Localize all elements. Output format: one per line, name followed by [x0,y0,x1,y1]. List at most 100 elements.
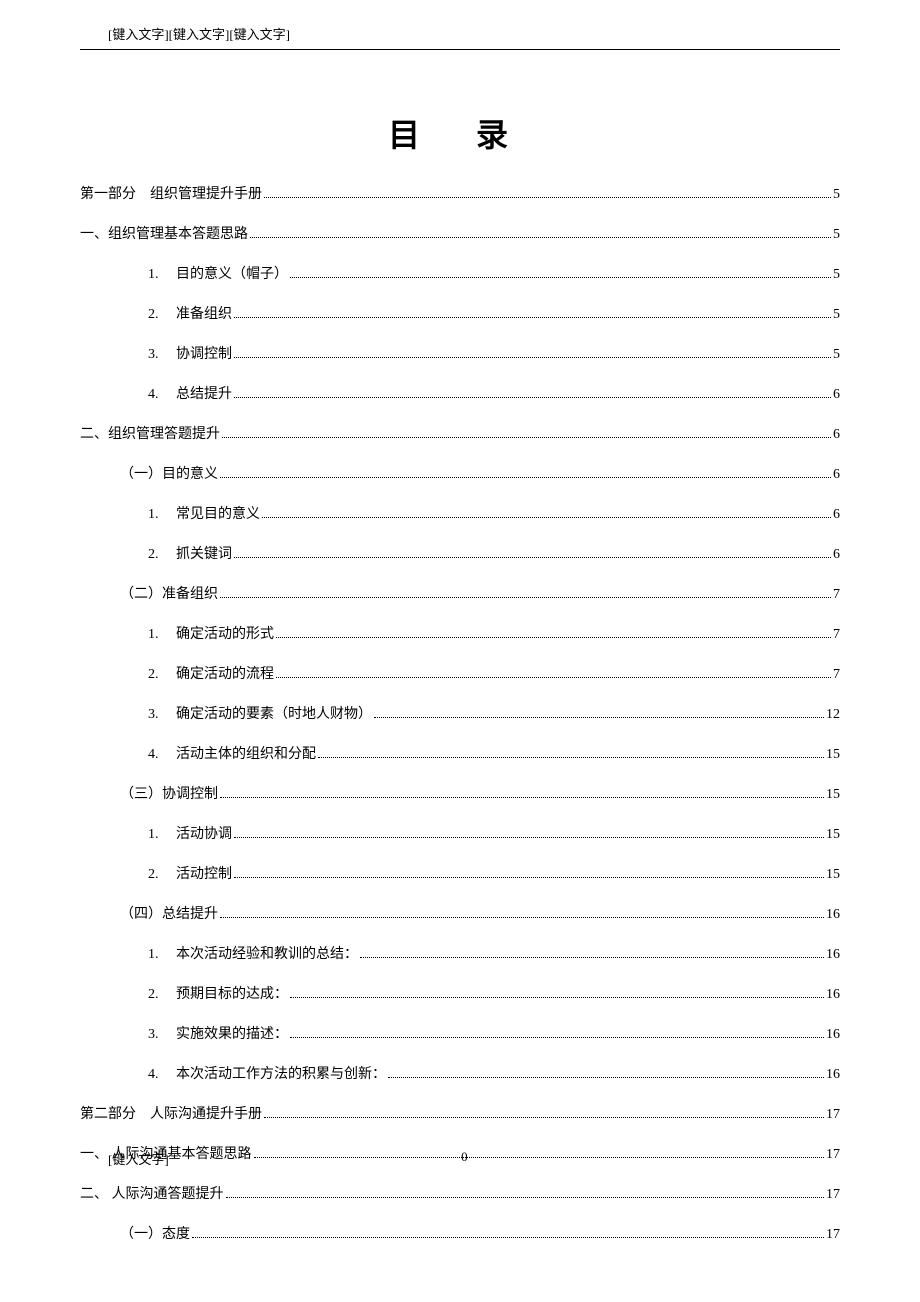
toc-leader-dots [290,997,824,998]
toc-entry[interactable]: 3.协调控制5 [80,348,840,388]
toc-entry[interactable]: 2. 预期目标的达成： 16 [80,988,840,1028]
toc-entry-number: 2. [148,868,164,882]
toc-entry[interactable]: 1.本次活动经验和教训的总结：16 [80,948,840,988]
toc-entry[interactable]: （三）协调控制15 [80,788,840,828]
toc-entry-label: 常见目的意义 [176,508,260,522]
toc-entry[interactable]: 1.目的意义（帽子）5 [80,268,840,308]
toc-entry-label: （一）态度 [120,1228,190,1242]
toc-entry-page: 17 [826,1228,840,1242]
toc-entry[interactable]: 2.准备组织5 [80,308,840,348]
toc-entry-page: 6 [833,388,840,402]
toc-entry-page: 17 [826,1188,840,1202]
toc-entry[interactable]: 1.确定活动的形式7 [80,628,840,668]
toc-entry-page: 5 [833,348,840,362]
toc-leader-dots [220,477,831,478]
toc-entry-label: （二）准备组织 [120,588,218,602]
page-header: [键入文字][键入文字][键入文字] [80,24,840,43]
toc-entry-number: 2. [148,308,164,322]
toc-entry[interactable]: 3. 实施效果的描述： 16 [80,1028,840,1068]
toc-entry-page: 17 [826,1108,840,1122]
toc-leader-dots [222,437,831,438]
toc-entry-label: 确定活动的形式 [176,628,274,642]
toc-entry-number: 1. [148,508,164,522]
toc-entry-number: 1. [148,948,164,962]
toc-entry-label: 二、组织管理答题提升 [80,428,220,442]
toc-entry-page: 16 [826,948,840,962]
toc-entry[interactable]: 2.确定活动的流程7 [80,668,840,708]
header-rule [80,49,840,50]
toc-entry-label: 活动协调 [176,828,232,842]
toc-entry-number: 4. [148,1068,164,1082]
toc-entry[interactable]: 2.抓关键词6 [80,548,840,588]
toc-leader-dots [234,837,824,838]
toc-entry[interactable]: （四）总结提升16 [80,908,840,948]
toc-entry-label: 协调控制 [176,348,232,362]
toc-entry-label: 预期目标的达成： [176,988,288,1002]
toc-entry-page: 7 [833,668,840,682]
toc-leader-dots [220,597,831,598]
toc-entry-label: 第二部分 人际沟通提升手册 [80,1108,262,1122]
toc-leader-dots [192,1237,824,1238]
toc-leader-dots [234,877,824,878]
toc-leader-dots [360,957,824,958]
toc-entry-label: 活动控制 [176,868,232,882]
toc-entry-page: 5 [833,228,840,242]
toc-entry-page: 5 [833,308,840,322]
toc-entry-label: （三）协调控制 [120,788,218,802]
toc-entry-label: 实施效果的描述： [176,1028,288,1042]
footer-page-number: 0 [169,1149,840,1168]
toc-entry[interactable]: 二、组织管理答题提升 6 [80,428,840,468]
toc-entry-number: 2. [148,988,164,1002]
toc-entry-page: 15 [826,748,840,762]
toc-entry[interactable]: 2. 活动控制 15 [80,868,840,908]
toc-entry-number: 3. [148,708,164,722]
toc-entry-label: 总结提升 [176,388,232,402]
toc-entry-page: 16 [826,1028,840,1042]
toc-leader-dots [220,917,824,918]
toc-leader-dots [250,237,831,238]
toc-leader-dots [234,397,831,398]
toc-entry-page: 15 [826,868,840,882]
page: [键入文字][键入文字][键入文字] 目 录 第一部分 组织管理提升手册5一、组… [0,0,920,1268]
toc-entry[interactable]: 3. 确定活动的要素（时地人财物） 12 [80,708,840,748]
page-footer: [键入文字] 0 [80,1149,840,1168]
toc-entry-page: 6 [833,548,840,562]
toc-entry-page: 16 [826,988,840,1002]
toc-entry[interactable]: 1.活动协调15 [80,828,840,868]
toc-entry-page: 6 [833,468,840,482]
toc-entry[interactable]: 4.总结提升6 [80,388,840,428]
toc-leader-dots [264,1117,824,1118]
toc-entry-label: 抓关键词 [176,548,232,562]
toc-leader-dots [234,557,831,558]
toc-entry-page: 6 [833,428,840,442]
toc-entry-label: 活动主体的组织和分配 [176,748,316,762]
toc-entry[interactable]: （一）目的意义 6 [80,468,840,508]
toc-leader-dots [318,757,824,758]
toc-entry[interactable]: 4.活动主体的组织和分配15 [80,748,840,788]
toc-title: 目 录 [80,110,840,156]
toc-leader-dots [290,1037,824,1038]
toc-entry[interactable]: 1.常见目的意义6 [80,508,840,548]
toc-entry-page: 5 [833,188,840,202]
toc-entry-number: 3. [148,1028,164,1042]
toc-entry[interactable]: 第一部分 组织管理提升手册 5 [80,188,840,228]
toc-entry-label: 二、 人际沟通答题提升 [80,1188,224,1202]
toc-entry[interactable]: （一）态度 17 [80,1228,840,1268]
toc-entry-label: （一）目的意义 [120,468,218,482]
toc-entry-label: 确定活动的要素（时地人财物） [176,708,372,722]
toc-entry-label: 一、组织管理基本答题思路 [80,228,248,242]
toc-entry[interactable]: 4. 本次活动工作方法的积累与创新： 16 [80,1068,840,1108]
toc-entry-page: 5 [833,268,840,282]
toc-entry[interactable]: （二）准备组织7 [80,588,840,628]
toc-entry[interactable]: 二、 人际沟通答题提升 17 [80,1188,840,1228]
toc-entry[interactable]: 一、组织管理基本答题思路 5 [80,228,840,268]
toc-entry-label: 第一部分 组织管理提升手册 [80,188,262,202]
toc-entry-page: 12 [826,708,840,722]
table-of-contents: 第一部分 组织管理提升手册5一、组织管理基本答题思路51.目的意义（帽子）52.… [80,188,840,1268]
footer-left: [键入文字] [80,1149,169,1168]
toc-entry-page: 15 [826,828,840,842]
toc-entry-label: 本次活动工作方法的积累与创新： [176,1068,386,1082]
toc-entry[interactable]: 第二部分 人际沟通提升手册 17 [80,1108,840,1148]
toc-entry-page: 16 [826,1068,840,1082]
toc-entry-label: （四）总结提升 [120,908,218,922]
